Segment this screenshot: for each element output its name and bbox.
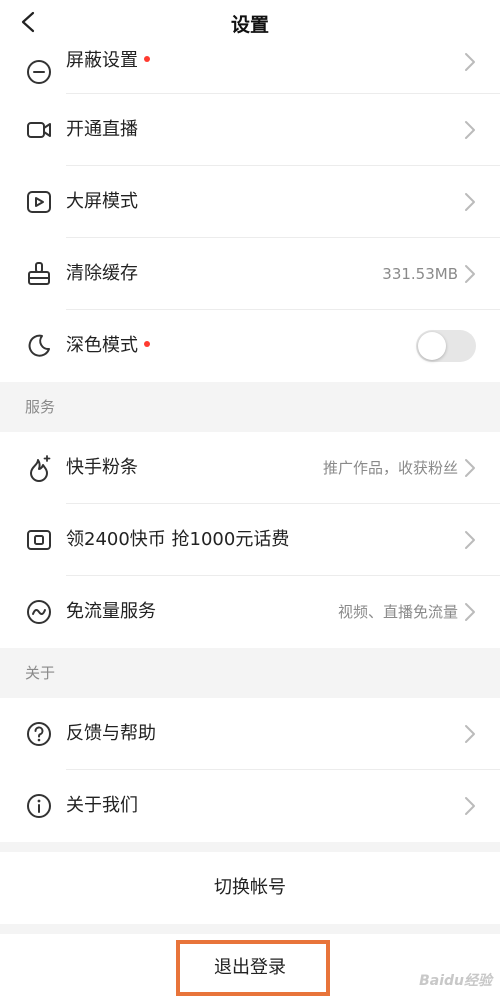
settings-row-cache[interactable]: 清除缓存 331.53MB [0,238,500,310]
page-title: 设置 [230,14,269,36]
settings-row-label: 反馈与帮助 [66,723,156,744]
section-header-service: 服务 [0,382,500,432]
chevron-right-icon [465,459,475,477]
watermark: Baidu经验 [419,973,492,989]
chevron-right-icon [465,53,475,71]
settings-row-label: 深色模式 [66,335,138,356]
chevron-right-icon [465,531,475,549]
settings-row-live[interactable]: 开通直播 [0,94,500,166]
highlight-box [176,940,330,996]
flame-sparkle-icon [30,455,51,482]
switch-account-button[interactable]: 切换帐号 [0,852,500,924]
settings-row-label: 快手粉条 [66,457,138,478]
chevron-right-icon [465,193,475,211]
question-circle-icon [27,722,51,746]
settings-row-block[interactable]: 屏蔽设置 [0,48,500,94]
play-screen-icon [27,191,51,213]
toggle-knob [418,332,446,360]
settings-row-about-us[interactable]: 关于我们 [0,770,500,842]
settings-row-label: 屏蔽设置 [66,50,138,71]
settings-row-feedback[interactable]: 反馈与帮助 [0,698,500,770]
section-title: 服务 [25,398,56,416]
wave-circle-icon [27,600,51,624]
block-icon [27,60,51,84]
settings-row-label: 关于我们 [66,795,138,816]
settings-row-label: 领2400快币 抢1000元话费 [66,529,290,550]
chevron-right-icon [465,797,475,815]
chevron-right-icon [465,603,475,621]
chevron-right-icon [465,265,475,283]
settings-row-label: 大屏模式 [66,191,138,212]
header-bar: 设置 [0,0,500,48]
settings-row-dark-mode: 深色模式 [0,310,500,382]
settings-row-bigscreen[interactable]: 大屏模式 [0,166,500,238]
coin-card-icon [27,530,51,550]
notification-dot [144,56,150,62]
broom-icon [28,262,50,285]
dark-mode-toggle[interactable] [416,330,476,362]
chevron-right-icon [465,725,475,743]
moon-icon [28,334,50,357]
settings-row-label: 清除缓存 [66,263,138,284]
settings-row-data-free[interactable]: 免流量服务 视频、直播免流量 [0,576,500,648]
section-header-about: 关于 [0,648,500,698]
notification-dot [144,341,150,347]
cache-size-value: 331.53MB [382,265,458,283]
data-free-desc: 视频、直播免流量 [337,603,458,621]
chevron-right-icon [465,121,475,139]
settings-row-fans[interactable]: 快手粉条 推广作品，收获粉丝 [0,432,500,504]
settings-row-label: 开通直播 [66,119,138,140]
section-title: 关于 [25,664,56,682]
settings-row-coins[interactable]: 领2400快币 抢1000元话费 [0,504,500,576]
fans-promo-text: 推广作品，收获粉丝 [322,459,458,477]
settings-row-label: 免流量服务 [66,601,156,622]
video-camera-icon [27,122,51,138]
info-circle-icon [27,794,51,818]
